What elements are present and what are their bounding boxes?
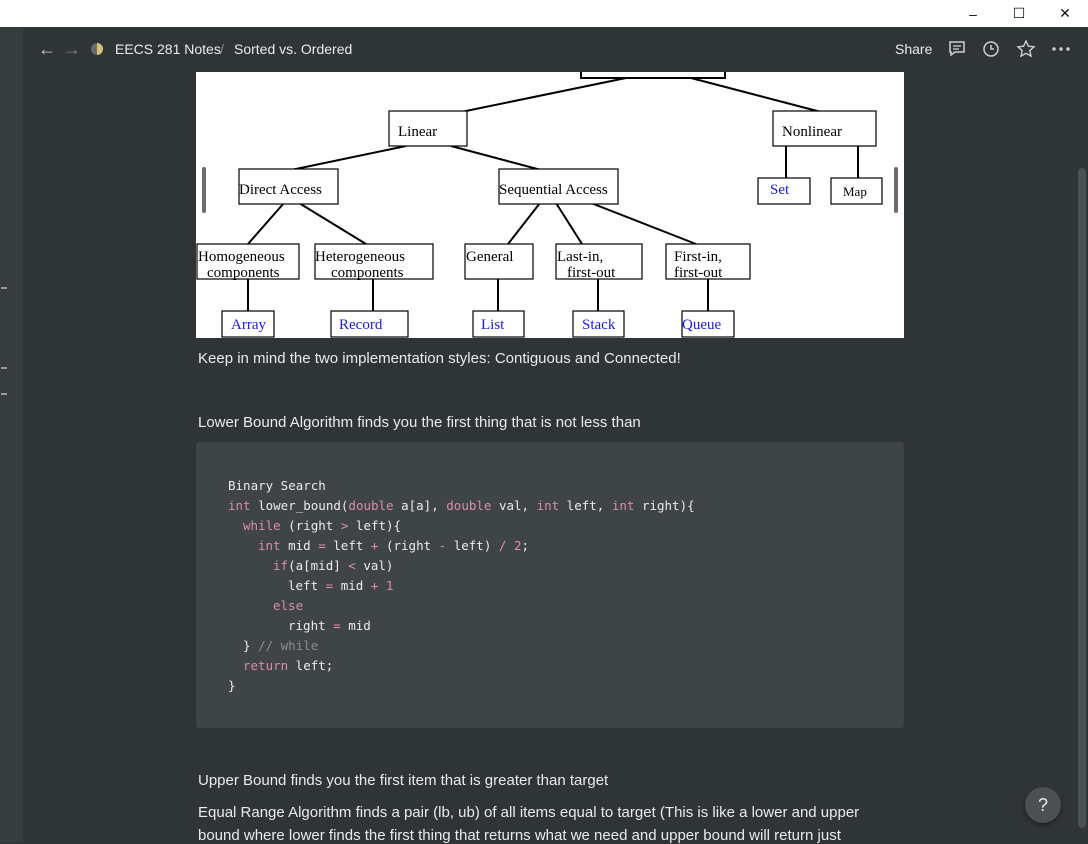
- scrollbar-thumb[interactable]: [1078, 168, 1086, 828]
- link-queue[interactable]: Queue: [682, 317, 721, 333]
- paragraph-equal-range-2: bound where lower finds the first thing …: [198, 827, 841, 844]
- label-homogeneous-1: Homogeneous: [198, 249, 285, 265]
- label-fifo-1: First-in,: [674, 249, 722, 265]
- sidebar-marker: [1, 287, 7, 289]
- close-button[interactable]: ✕: [1042, 0, 1088, 27]
- code-line: left = mid + 1: [288, 578, 394, 593]
- code-title: Binary Search: [228, 478, 326, 493]
- label-direct-access: Direct Access: [239, 182, 322, 198]
- image-resize-handle-left[interactable]: [202, 167, 206, 213]
- label-linear: Linear: [398, 124, 437, 140]
- forward-arrow-icon[interactable]: →: [63, 38, 81, 60]
- link-record[interactable]: Record: [339, 317, 383, 333]
- code-line: while (right > left){: [243, 518, 402, 533]
- help-button[interactable]: ?: [1025, 787, 1061, 823]
- code-line: int mid = left + (right - left) / 2;: [258, 538, 529, 553]
- label-map: Map: [843, 184, 867, 199]
- back-arrow-icon[interactable]: ←: [38, 38, 56, 60]
- code-line: if(a[mid] < val): [273, 558, 394, 573]
- label-general: General: [466, 249, 513, 265]
- code-line: else: [273, 598, 304, 613]
- data-structures-diagram: Linear Nonlinear Direct Access Sequentia…: [196, 72, 904, 338]
- code-line: } // while: [243, 638, 319, 653]
- history-icon[interactable]: [981, 39, 1001, 59]
- label-fifo-2: first-out: [674, 265, 723, 281]
- collapsed-sidebar[interactable]: [0, 27, 23, 843]
- page-icon: [91, 43, 103, 55]
- minimize-button[interactable]: –: [950, 0, 996, 27]
- more-icon[interactable]: [1051, 39, 1071, 59]
- maximize-button[interactable]: ☐: [996, 0, 1042, 27]
- sidebar-marker: [1, 393, 7, 395]
- image-resize-handle-right[interactable]: [894, 167, 898, 213]
- paragraph-lower-bound: Lower Bound Algorithm finds you the firs…: [198, 414, 641, 431]
- sidebar-marker: [1, 367, 7, 369]
- top-bar: ← → EECS 281 Notes / Sorted vs. Ordered …: [23, 27, 1088, 72]
- comment-icon[interactable]: [947, 39, 967, 59]
- share-button[interactable]: Share: [895, 41, 932, 57]
- paragraph-upper-bound: Upper Bound finds you the first item tha…: [198, 772, 609, 789]
- code-line: }: [228, 678, 236, 693]
- label-lifo-2: first-out: [567, 265, 616, 281]
- label-lifo-1: Last-in,: [557, 249, 603, 265]
- tree-diagram: Linear Nonlinear Direct Access Sequentia…: [196, 72, 883, 338]
- link-set[interactable]: Set: [770, 182, 790, 198]
- label-heterogeneous-2: components: [331, 265, 404, 281]
- star-icon[interactable]: [1016, 39, 1036, 59]
- code-line: right = mid: [288, 618, 371, 633]
- link-list[interactable]: List: [481, 317, 505, 333]
- code-line: int lower_bound(double a[a], double val,…: [228, 498, 695, 513]
- breadcrumb-separator: /: [220, 41, 224, 57]
- code-block[interactable]: Binary Search int lower_bound(double a[a…: [196, 442, 904, 728]
- label-heterogeneous-1: Heterogeneous: [315, 249, 405, 265]
- label-homogeneous-2: components: [207, 265, 280, 281]
- paragraph-implementation-styles: Keep in mind the two implementation styl…: [198, 350, 681, 367]
- paragraph-equal-range-1: Equal Range Algorithm finds a pair (lb, …: [198, 804, 860, 821]
- breadcrumb-parent[interactable]: EECS 281 Notes: [115, 41, 221, 57]
- link-array[interactable]: Array: [231, 317, 266, 333]
- link-stack[interactable]: Stack: [582, 317, 616, 333]
- breadcrumb-current[interactable]: Sorted vs. Ordered: [234, 41, 352, 57]
- label-sequential-access: Sequential Access: [499, 182, 608, 198]
- window-titlebar: – ☐ ✕: [0, 0, 1088, 27]
- code-line: return left;: [243, 658, 334, 673]
- label-nonlinear: Nonlinear: [782, 124, 842, 140]
